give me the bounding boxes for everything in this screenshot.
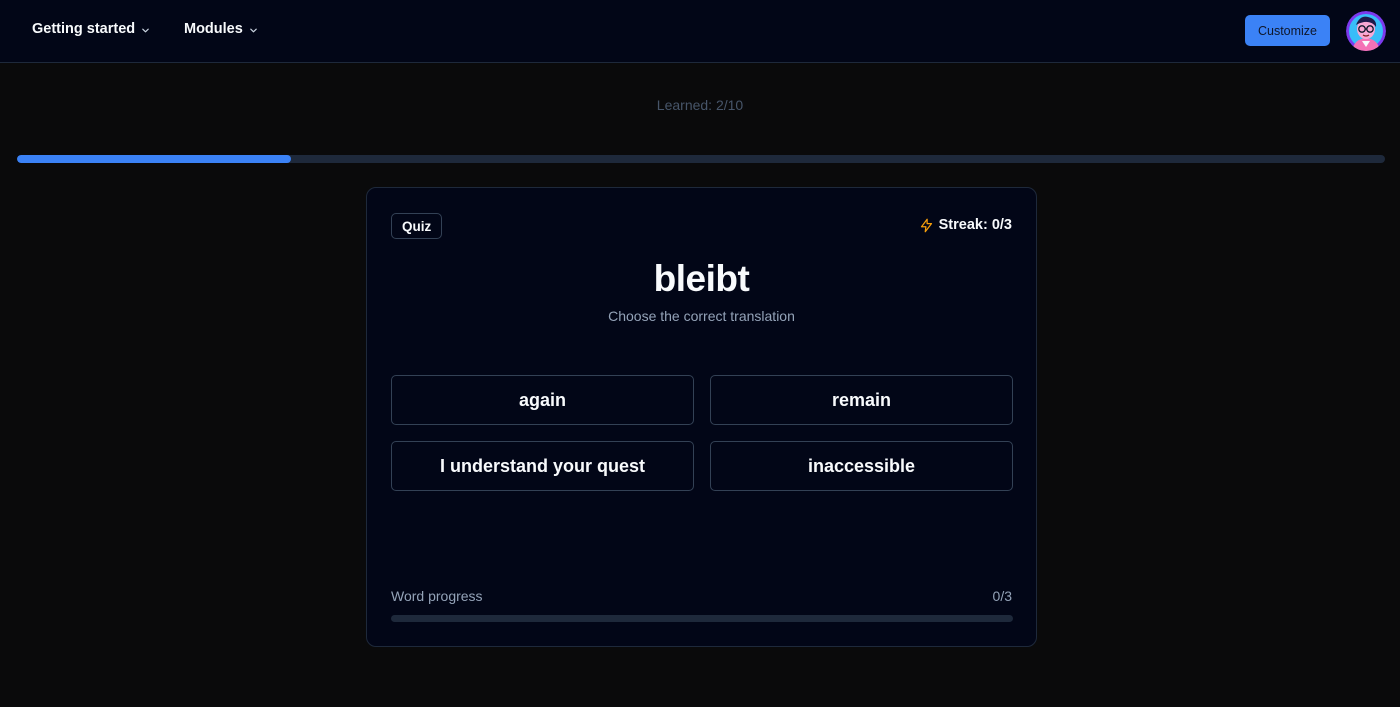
- learned-counter: Learned: 2/10: [656, 97, 744, 113]
- word-progress-value: 0/3: [992, 588, 1012, 604]
- word-progress-label: Word progress: [391, 588, 483, 604]
- avatar-icon: [1346, 11, 1386, 51]
- streak-indicator: Streak: 0/3: [919, 217, 1012, 233]
- nav-getting-started-label: Getting started: [32, 21, 136, 37]
- answer-option[interactable]: remain: [710, 375, 1013, 425]
- word-progress-bar: [391, 615, 1013, 622]
- top-navbar: Getting started Modules Customize: [0, 0, 1400, 63]
- quiz-instruction: Choose the correct translation: [608, 308, 795, 324]
- streak-text: Streak: 0/3: [938, 217, 1012, 233]
- learned-progress-bar: [17, 155, 1385, 163]
- quiz-card: Quiz Streak: 0/3 bleibt Choose the corre…: [366, 187, 1037, 647]
- answer-option[interactable]: again: [391, 375, 694, 425]
- nav-getting-started[interactable]: Getting started: [32, 21, 150, 37]
- chevron-down-icon: [142, 28, 149, 32]
- user-avatar[interactable]: [1346, 11, 1386, 51]
- customize-button[interactable]: Customize: [1245, 15, 1330, 46]
- learned-progress-fill: [17, 155, 291, 163]
- answer-option[interactable]: inaccessible: [710, 441, 1013, 491]
- lightning-icon: [920, 218, 932, 232]
- chevron-down-icon: [250, 28, 257, 32]
- nav-modules-label: Modules: [184, 21, 243, 37]
- quiz-word: bleibt: [653, 258, 750, 299]
- nav-modules[interactable]: Modules: [184, 21, 258, 37]
- quiz-badge: Quiz: [391, 213, 443, 239]
- answer-option[interactable]: I understand your quest: [391, 441, 694, 491]
